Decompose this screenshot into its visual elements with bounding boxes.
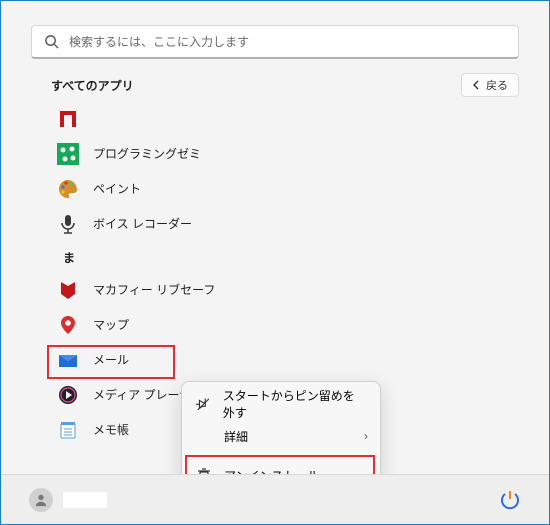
list-item[interactable]: マップ — [51, 307, 351, 342]
chevron-right-icon: › — [364, 429, 368, 443]
mcafee-icon — [57, 279, 79, 301]
ctx-unpin[interactable]: スタートからピン留めを外す — [182, 388, 380, 420]
section-letter[interactable]: ま — [51, 241, 351, 272]
app-icon — [57, 143, 79, 165]
ctx-label: スタートからピン留めを外す — [223, 387, 366, 421]
list-item-mail[interactable]: メール — [51, 342, 351, 377]
list-item[interactable]: ボイス レコーダー — [51, 206, 351, 241]
app-label: マカフィー リブセーフ — [93, 281, 215, 298]
taskbar — [1, 474, 549, 524]
mail-icon — [57, 349, 79, 371]
power-button[interactable] — [499, 489, 521, 511]
paint-icon — [57, 178, 79, 200]
search-icon — [44, 34, 59, 49]
app-label: ボイス レコーダー — [93, 215, 192, 232]
separator — [190, 455, 372, 456]
blank-icon — [196, 428, 212, 444]
all-apps-header: すべてのアプリ 戻る — [51, 73, 519, 97]
search-input[interactable]: 検索するには、ここに入力します — [31, 25, 519, 59]
unpin-icon — [196, 396, 211, 412]
app-label: メール — [93, 351, 129, 368]
microphone-icon — [57, 213, 79, 235]
back-button[interactable]: 戻る — [461, 73, 519, 97]
map-pin-icon — [57, 314, 79, 336]
app-label: メモ帳 — [93, 421, 129, 438]
back-label: 戻る — [486, 77, 508, 93]
app-icon — [57, 108, 79, 130]
app-label: ペイント — [93, 180, 141, 197]
list-item[interactable] — [51, 101, 351, 136]
app-label: プログラミングゼミ — [93, 145, 201, 162]
list-item[interactable]: プログラミングゼミ — [51, 136, 351, 171]
ctx-label: 詳細 — [224, 428, 248, 445]
username — [63, 492, 107, 508]
list-item[interactable]: マカフィー リブセーフ — [51, 272, 351, 307]
ctx-details[interactable]: 詳細 › — [182, 420, 380, 452]
notepad-icon — [57, 419, 79, 441]
search-placeholder: 検索するには、ここに入力します — [69, 33, 249, 50]
user-avatar[interactable] — [29, 488, 53, 512]
media-player-icon — [57, 384, 79, 406]
app-label: マップ — [93, 316, 129, 333]
section-title: すべてのアプリ — [51, 77, 134, 94]
list-item[interactable]: ペイント — [51, 171, 351, 206]
